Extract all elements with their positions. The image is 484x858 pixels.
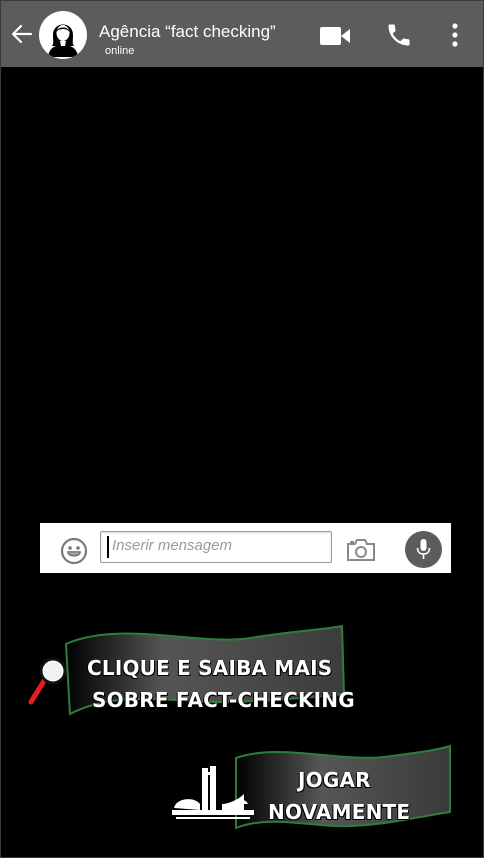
text-caret	[107, 536, 109, 558]
app-frame	[0, 0, 484, 858]
emoji-icon[interactable]	[60, 537, 88, 565]
learn-more-line2[interactable]: SOBRE FACT-CHECKING	[92, 685, 355, 715]
avatar-woman-icon	[48, 24, 78, 57]
phone-icon[interactable]	[385, 21, 413, 49]
video-call-icon[interactable]	[319, 25, 351, 47]
chat-status: online	[105, 45, 135, 57]
congress-building-icon[interactable]	[172, 764, 254, 822]
magnifier-icon[interactable]	[28, 655, 70, 707]
message-composer: Inserir mensagem	[40, 523, 451, 573]
chat-header: Agência “fact checking” online	[1, 1, 483, 67]
chat-title[interactable]: Agência “fact checking”	[99, 22, 276, 42]
camera-icon[interactable]	[346, 538, 376, 562]
microphone-icon	[416, 539, 431, 559]
learn-more-line1[interactable]: CLIQUE E SAIBA MAIS	[87, 653, 332, 683]
play-again-line1[interactable]: JOGAR	[298, 765, 371, 795]
play-again-line2[interactable]: NOVAMENTE	[268, 797, 410, 827]
back-arrow-icon[interactable]	[9, 21, 35, 47]
avatar[interactable]	[39, 11, 87, 59]
more-vert-icon[interactable]	[447, 21, 463, 49]
mic-button[interactable]	[405, 531, 442, 568]
message-placeholder: Inserir mensagem	[112, 537, 233, 554]
message-input[interactable]: Inserir mensagem	[100, 531, 332, 563]
